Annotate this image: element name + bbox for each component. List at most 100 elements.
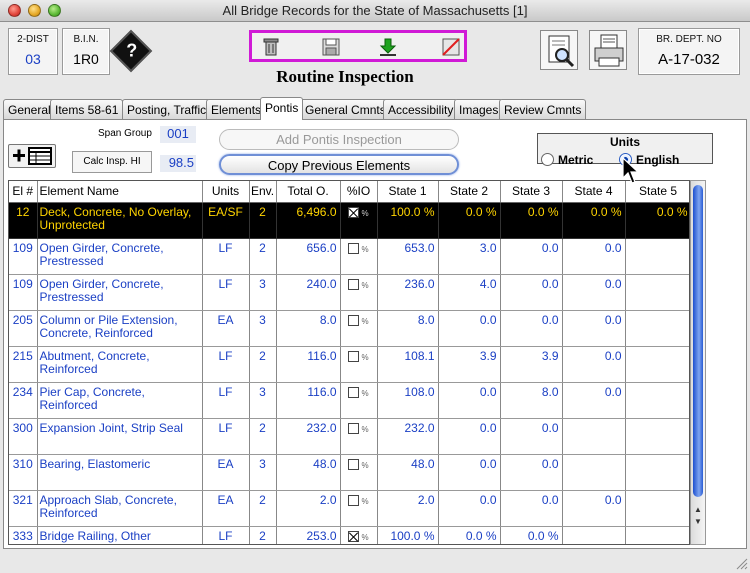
table-scrollbar[interactable]: ▲ ▼ bbox=[690, 180, 706, 545]
calc-insp-hi-button[interactable]: Calc Insp. HI bbox=[72, 151, 152, 173]
state-4-cell[interactable]: 0.0 bbox=[562, 490, 626, 527]
percent-io-checkbox[interactable] bbox=[348, 206, 360, 218]
state-4-cell[interactable]: 0.0 bbox=[562, 382, 626, 419]
units-cell[interactable]: EA/SF bbox=[202, 202, 250, 239]
state-1-cell[interactable]: 653.0 bbox=[377, 238, 439, 275]
state-5-cell[interactable] bbox=[625, 418, 689, 455]
percent-io-checkbox[interactable] bbox=[348, 530, 360, 542]
scroll-down-icon[interactable]: ▼ bbox=[693, 517, 703, 526]
english-label[interactable]: English bbox=[636, 153, 679, 167]
el-number-cell[interactable]: 321 bbox=[9, 490, 38, 527]
element-name-cell[interactable]: Abutment, Concrete, Reinforced bbox=[37, 346, 203, 383]
column-header[interactable]: Env. bbox=[249, 181, 277, 203]
units-cell[interactable]: LF bbox=[202, 346, 250, 383]
state-5-cell[interactable]: 0.0 % bbox=[625, 202, 689, 239]
state-4-cell[interactable] bbox=[562, 418, 626, 455]
copy-previous-elements-button[interactable]: Copy Previous Elements bbox=[219, 154, 459, 175]
total-quantity-cell[interactable]: 656.0 bbox=[276, 238, 341, 275]
element-name-cell[interactable]: Open Girder, Concrete, Prestressed bbox=[37, 238, 203, 275]
state-5-cell[interactable] bbox=[625, 310, 689, 347]
units-cell[interactable]: LF bbox=[202, 382, 250, 419]
state-1-cell[interactable]: 8.0 bbox=[377, 310, 439, 347]
table-row[interactable]: 205 Column or Pile Extension, Concrete, R… bbox=[9, 310, 689, 347]
state-5-cell[interactable] bbox=[625, 490, 689, 527]
element-name-cell[interactable]: Bridge Railing, Other bbox=[37, 526, 203, 544]
percent-io-checkbox[interactable] bbox=[348, 350, 360, 362]
env-cell[interactable]: 3 bbox=[249, 310, 277, 347]
units-cell[interactable]: EA bbox=[202, 490, 250, 527]
total-quantity-cell[interactable]: 253.0 bbox=[276, 526, 341, 544]
state-5-cell[interactable] bbox=[625, 274, 689, 311]
percent-io-checkbox[interactable] bbox=[348, 314, 360, 326]
tab-review-cmnts[interactable]: Review Cmnts bbox=[499, 99, 587, 119]
tab-pontis[interactable]: Pontis bbox=[260, 97, 304, 120]
span-group-value[interactable]: 001 bbox=[160, 126, 196, 143]
state-1-cell[interactable]: 108.1 bbox=[377, 346, 439, 383]
total-quantity-cell[interactable]: 116.0 bbox=[276, 346, 341, 383]
table-row[interactable]: 109 Open Girder, Concrete, Prestressed LF 3… bbox=[9, 274, 689, 311]
total-quantity-cell[interactable]: 240.0 bbox=[276, 274, 341, 311]
total-quantity-cell[interactable]: 8.0 bbox=[276, 310, 341, 347]
percent-io-cell[interactable]: % bbox=[340, 310, 378, 347]
env-cell[interactable]: 2 bbox=[249, 202, 277, 239]
env-cell[interactable]: 2 bbox=[249, 526, 277, 544]
column-header[interactable]: State 4 bbox=[562, 181, 626, 203]
total-quantity-cell[interactable]: 6,496.0 bbox=[276, 202, 341, 239]
el-number-cell[interactable]: 215 bbox=[9, 346, 38, 383]
state-2-cell[interactable]: 3.0 bbox=[438, 238, 501, 275]
column-header[interactable]: Units bbox=[202, 181, 250, 203]
percent-io-checkbox[interactable] bbox=[348, 422, 360, 434]
state-3-cell[interactable]: 0.0 bbox=[500, 454, 563, 491]
table-row[interactable]: 321 Approach Slab, Concrete, Reinforced EA… bbox=[9, 490, 689, 527]
percent-io-checkbox[interactable] bbox=[348, 494, 360, 506]
percent-io-cell[interactable]: % bbox=[340, 526, 378, 544]
state-3-cell[interactable]: 0.0 bbox=[500, 310, 563, 347]
scroll-up-icon[interactable]: ▲ bbox=[693, 505, 703, 514]
search-report-icon[interactable] bbox=[540, 30, 578, 70]
resize-grip-icon[interactable] bbox=[734, 556, 748, 570]
total-quantity-cell[interactable]: 232.0 bbox=[276, 418, 341, 455]
state-3-cell[interactable]: 0.0 bbox=[500, 418, 563, 455]
state-4-cell[interactable] bbox=[562, 454, 626, 491]
percent-io-checkbox[interactable] bbox=[348, 278, 360, 290]
state-5-cell[interactable] bbox=[625, 346, 689, 383]
units-cell[interactable]: LF bbox=[202, 418, 250, 455]
units-cell[interactable]: LF bbox=[202, 526, 250, 544]
column-header[interactable]: El # bbox=[9, 181, 38, 203]
percent-io-cell[interactable]: % bbox=[340, 382, 378, 419]
element-name-cell[interactable]: Pier Cap, Concrete, Reinforced bbox=[37, 382, 203, 419]
help-button[interactable]: ? bbox=[109, 29, 153, 73]
state-3-cell[interactable]: 0.0 % bbox=[500, 526, 563, 544]
column-header[interactable]: State 3 bbox=[500, 181, 563, 203]
table-row[interactable]: 215 Abutment, Concrete, Reinforced LF 2 116.… bbox=[9, 346, 689, 383]
el-number-cell[interactable]: 333 bbox=[9, 526, 38, 544]
percent-io-cell[interactable]: % bbox=[340, 490, 378, 527]
tab-images[interactable]: Images bbox=[454, 99, 504, 119]
state-5-cell[interactable] bbox=[625, 526, 689, 544]
table-row[interactable]: 333 Bridge Railing, Other LF 2 253.0% 100.0 %… bbox=[9, 526, 689, 544]
percent-io-checkbox[interactable] bbox=[348, 458, 360, 470]
state-5-cell[interactable] bbox=[625, 382, 689, 419]
state-1-cell[interactable]: 2.0 bbox=[377, 490, 439, 527]
state-2-cell[interactable]: 0.0 bbox=[438, 454, 501, 491]
add-element-button[interactable] bbox=[8, 144, 56, 168]
tab-elements[interactable]: Elements bbox=[206, 99, 267, 119]
state-2-cell[interactable]: 4.0 bbox=[438, 274, 501, 311]
percent-io-cell[interactable]: % bbox=[340, 346, 378, 383]
units-cell[interactable]: EA bbox=[202, 454, 250, 491]
table-row[interactable]: 109 Open Girder, Concrete, Prestressed LF 2… bbox=[9, 238, 689, 275]
el-number-cell[interactable]: 300 bbox=[9, 418, 38, 455]
save-icon[interactable] bbox=[320, 36, 342, 58]
env-cell[interactable]: 3 bbox=[249, 454, 277, 491]
state-3-cell[interactable]: 0.0 % bbox=[500, 202, 563, 239]
state-5-cell[interactable] bbox=[625, 238, 689, 275]
state-2-cell[interactable]: 0.0 bbox=[438, 418, 501, 455]
down-arrow-icon[interactable] bbox=[377, 36, 399, 58]
percent-io-cell[interactable]: % bbox=[340, 454, 378, 491]
state-3-cell[interactable]: 3.9 bbox=[500, 346, 563, 383]
element-name-cell[interactable]: Bearing, Elastomeric bbox=[37, 454, 203, 491]
table-row[interactable]: 234 Pier Cap, Concrete, Reinforced LF 3 116.… bbox=[9, 382, 689, 419]
tab-items-58-61[interactable]: Items 58-61 bbox=[50, 99, 124, 119]
el-number-cell[interactable]: 310 bbox=[9, 454, 38, 491]
env-cell[interactable]: 2 bbox=[249, 238, 277, 275]
